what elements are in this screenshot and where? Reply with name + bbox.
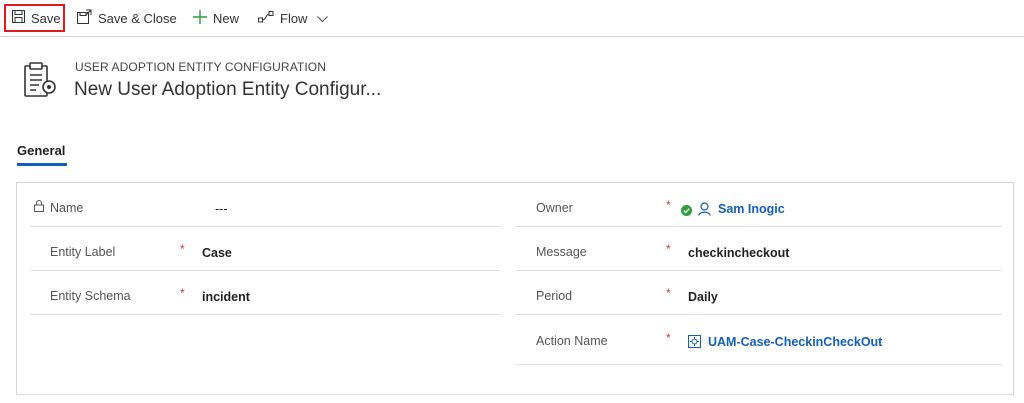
record-title: New User Adoption Entity Configur...	[74, 79, 382, 100]
field-value-entity-schema[interactable]: incident	[202, 290, 250, 304]
field-row-period: Period * Daily	[516, 271, 1002, 315]
flow-icon	[258, 10, 274, 26]
field-value-period[interactable]: Daily	[688, 290, 718, 304]
field-label-owner: Owner	[536, 201, 573, 215]
save-label: Save	[31, 10, 61, 26]
field-row-action-name: Action Name * UAM-Case-CheckinCheckOut	[516, 315, 1002, 365]
field-label-period: Period	[536, 289, 573, 303]
save-icon	[12, 10, 25, 26]
flow-dropdown-toggle[interactable]	[317, 4, 328, 32]
field-row-message: Message * checkincheckout	[516, 227, 1002, 271]
new-label: New	[213, 10, 240, 26]
process-icon	[688, 335, 701, 353]
tab-general[interactable]: General	[17, 143, 65, 158]
save-close-label: Save & Close	[98, 10, 177, 26]
lock-icon	[34, 199, 44, 217]
flow-label: Flow	[280, 10, 308, 26]
required-indicator: *	[180, 286, 185, 300]
field-value-entity-label[interactable]: Case	[202, 246, 232, 260]
entity-type-label: USER ADOPTION ENTITY CONFIGURATION	[75, 60, 326, 74]
field-label-name: Name	[50, 201, 84, 215]
field-row-name: Name ---	[30, 183, 500, 227]
status-available-icon	[681, 203, 692, 221]
chevron-down-icon	[317, 11, 328, 26]
required-indicator: *	[666, 242, 671, 256]
plus-icon	[193, 9, 207, 27]
save-close-icon	[77, 9, 92, 27]
field-value-name: ---	[215, 202, 228, 216]
action-name-link[interactable]: UAM-Case-CheckinCheckOut	[708, 335, 882, 349]
field-row-owner: Owner * Sam Inogic	[516, 183, 1002, 227]
field-value-message[interactable]: checkincheckout	[688, 246, 789, 260]
field-label-action-name: Action Name	[536, 334, 608, 348]
field-row-entity-schema: Entity Schema * incident	[30, 271, 500, 315]
form-section-general: Name --- Entity Label * Case Entity Sche…	[16, 182, 1014, 395]
field-label-message: Message	[536, 245, 587, 259]
required-indicator: *	[180, 242, 185, 256]
field-label-entity-label: Entity Label	[50, 245, 116, 259]
command-bar: Save Save & Close New Flow	[0, 0, 1024, 37]
user-icon	[698, 202, 711, 221]
required-indicator: *	[666, 198, 671, 212]
field-row-entity-label: Entity Label * Case	[30, 227, 500, 271]
owner-link[interactable]: Sam Inogic	[718, 202, 785, 216]
entity-icon	[22, 61, 58, 101]
required-indicator: *	[666, 331, 671, 345]
save-close-button[interactable]: Save & Close	[77, 4, 177, 32]
new-button[interactable]: New	[193, 4, 239, 32]
field-label-entity-schema: Entity Schema	[50, 289, 131, 303]
save-button[interactable]: Save	[4, 4, 65, 32]
required-indicator: *	[666, 286, 671, 300]
tab-active-indicator	[17, 163, 67, 166]
flow-button[interactable]: Flow	[258, 4, 307, 32]
